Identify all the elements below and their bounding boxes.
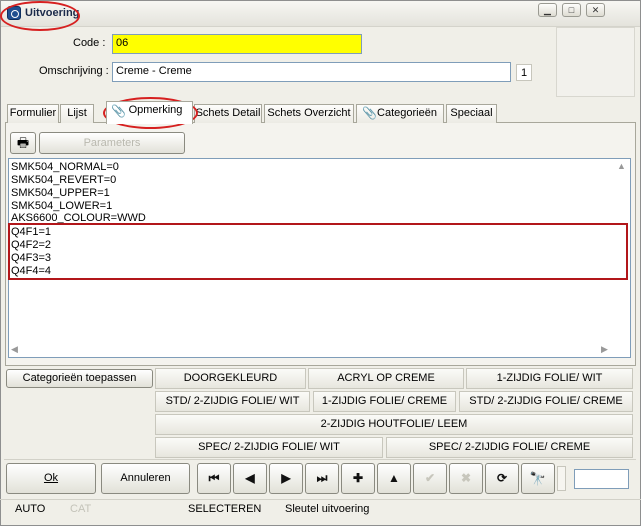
category-2-zijdig-houtfolie[interactable]: 2-ZIJDIG HOUTFOLIE/ LEEM: [155, 414, 633, 435]
next-record-icon[interactable]: ▶: [269, 463, 303, 494]
paperclip-icon: 📎: [111, 104, 126, 118]
maximize-icon[interactable]: □: [562, 3, 581, 17]
refresh-icon[interactable]: ⟳: [485, 463, 519, 494]
annotation-highlight-box: [8, 223, 628, 280]
paperclip-icon: 📎: [362, 106, 377, 120]
separator-handle: [557, 466, 566, 491]
scroll-left-icon[interactable]: ◀: [11, 344, 18, 355]
ok-button[interactable]: Ok: [6, 463, 96, 494]
code-label: Code :: [73, 37, 106, 49]
print-icon[interactable]: 🖶: [10, 132, 36, 154]
category-1-zijdig-creme[interactable]: 1-ZIJDIG FOLIE/ CREME: [313, 391, 456, 412]
omschrijving-label: Omschrijving :: [39, 65, 109, 77]
category-1-zijdig-wit[interactable]: 1-ZIJDIG FOLIE/ WIT: [466, 368, 633, 389]
apply-categories-button[interactable]: Categorieën toepassen: [6, 369, 153, 388]
confirm-icon[interactable]: ✔: [413, 463, 447, 494]
category-spec-2-zijdig-creme[interactable]: SPEC/ 2-ZIJDIG FOLIE/ CREME: [386, 437, 633, 458]
category-std-2-zijdig-wit[interactable]: STD/ 2-ZIJDIG FOLIE/ WIT: [155, 391, 310, 412]
search-icon[interactable]: 🔭: [521, 463, 555, 494]
first-record-icon[interactable]: ⏮: [197, 463, 231, 494]
category-spec-2-zijdig-wit[interactable]: SPEC/ 2-ZIJDIG FOLIE/ WIT: [155, 437, 383, 458]
memo-line: SMK504_UPPER=1: [11, 187, 110, 199]
cancel-button[interactable]: Annuleren: [101, 463, 190, 494]
delete-icon[interactable]: ✖: [449, 463, 483, 494]
memo-line: SMK504_REVERT=0: [11, 174, 117, 186]
parameters-button[interactable]: Parameters: [39, 132, 185, 154]
record-counter: 1: [516, 64, 532, 81]
tab-speciaal[interactable]: Speciaal: [446, 104, 497, 123]
tab-categorieen[interactable]: 📎 Categorieën: [356, 104, 444, 123]
tab-opmerking-label: Opmerking: [128, 104, 183, 116]
close-icon[interactable]: ✕: [586, 3, 605, 17]
code-field[interactable]: 06: [112, 34, 362, 54]
divider: [4, 459, 636, 460]
tab-schets-overzicht[interactable]: Schets Overzicht: [264, 104, 354, 123]
tab-lijst[interactable]: Lijst: [60, 104, 94, 123]
category-std-2-zijdig-creme[interactable]: STD/ 2-ZIJDIG FOLIE/ CREME: [459, 391, 633, 412]
tab-formulier[interactable]: Formulier: [7, 104, 59, 123]
category-doorgekleurd[interactable]: DOORGEKLEURD: [155, 368, 306, 389]
tab-opmerking[interactable]: 📎 Opmerking: [106, 101, 193, 124]
status-cat: CAT: [70, 503, 92, 515]
scroll-up-icon[interactable]: ▲: [617, 161, 626, 171]
status-auto: AUTO: [15, 503, 46, 515]
edit-record-icon[interactable]: ▲: [377, 463, 411, 494]
scroll-right-icon[interactable]: ▶: [601, 344, 608, 355]
statusbar-divider: [0, 499, 641, 500]
search-input[interactable]: [574, 469, 629, 489]
omschrijving-field[interactable]: Creme - Creme: [112, 62, 511, 82]
minimize-icon[interactable]: ▁: [538, 3, 557, 17]
status-selecteren: SELECTEREN: [188, 503, 262, 515]
memo-line: SMK504_NORMAL=0: [11, 161, 119, 173]
tab-schets-detail[interactable]: Schets Detail: [194, 104, 262, 123]
status-sleutel: Sleutel uitvoering: [285, 503, 370, 515]
annotation-ellipse-title: [0, 1, 80, 31]
tab-categorieen-label: Categorieën: [377, 107, 437, 119]
image-panel: [556, 27, 635, 97]
category-acryl-op-creme[interactable]: ACRYL OP CREME: [308, 368, 464, 389]
add-record-icon[interactable]: ✚: [341, 463, 375, 494]
last-record-icon[interactable]: ⏭: [305, 463, 339, 494]
previous-record-icon[interactable]: ◀: [233, 463, 267, 494]
